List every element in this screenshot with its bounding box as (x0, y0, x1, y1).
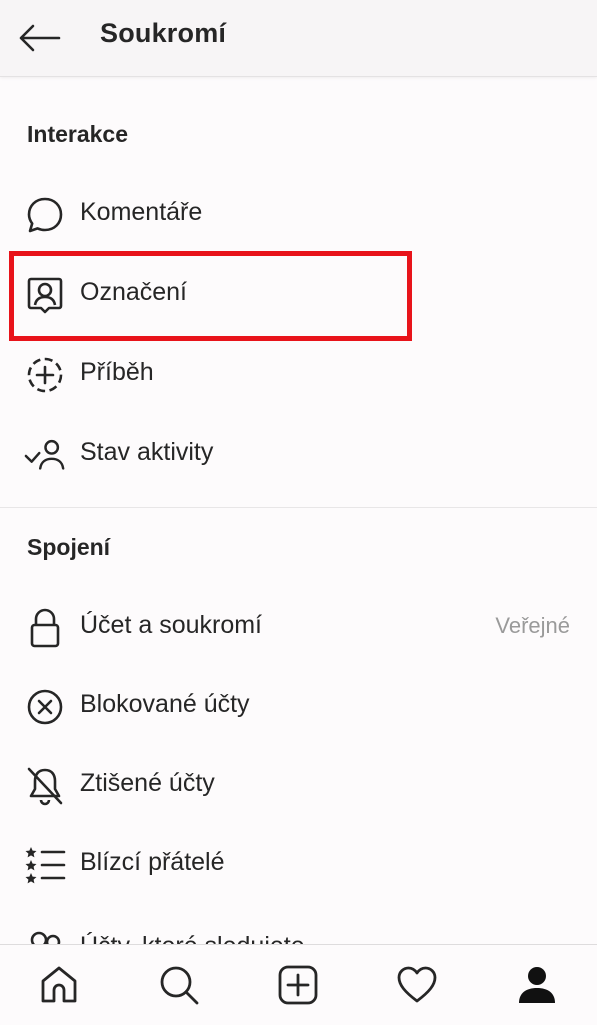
section-title-connections: Spojení (27, 534, 111, 560)
menu-item-label: Účty, které sledujete (80, 932, 305, 944)
comment-icon (24, 194, 66, 236)
nav-new-post-button[interactable] (274, 961, 322, 1009)
following-icon (24, 928, 66, 944)
account-visibility-value: Veřejné (495, 613, 570, 638)
menu-item-label: Blokované účty (80, 690, 250, 718)
menu-item-label: Ztišené účty (80, 769, 215, 797)
block-icon (24, 686, 66, 728)
activity-status-icon (24, 434, 66, 476)
menu-item-close-friends[interactable]: Blízcí přátelé (0, 826, 597, 900)
back-button[interactable] (14, 14, 64, 62)
menu-item-label: Účet a soukromí (80, 611, 263, 639)
lock-icon (24, 607, 66, 649)
menu-item-account-privacy[interactable]: Účet a soukromí Veřejné (0, 589, 597, 663)
menu-item-label: Komentáře (80, 198, 203, 226)
add-post-icon (278, 965, 318, 1005)
page-title: Soukromí (100, 18, 227, 48)
bottom-navigation-bar (0, 944, 597, 1025)
section-title-interactions: Interakce (27, 121, 129, 147)
menu-item-following-accounts[interactable]: Účty, které sledujete (0, 916, 597, 944)
nav-search-button[interactable] (155, 961, 203, 1009)
menu-item-label: Stav aktivity (80, 438, 214, 466)
menu-item-activity-status[interactable]: Stav aktivity (0, 416, 597, 490)
muted-bell-icon (24, 765, 66, 807)
close-friends-list-icon (24, 844, 66, 886)
top-app-bar: Soukromí (0, 0, 597, 77)
menu-item-label: Příběh (80, 358, 154, 386)
profile-icon (519, 967, 555, 1003)
nav-profile-button[interactable] (513, 961, 561, 1009)
menu-item-label: Blízcí přátelé (80, 848, 225, 876)
search-icon (160, 966, 199, 1005)
menu-item-story[interactable]: Příběh (0, 336, 597, 410)
story-add-icon (24, 354, 66, 396)
section-divider (0, 507, 597, 508)
menu-item-label: Označení (80, 278, 188, 306)
back-arrow-icon (19, 24, 61, 52)
menu-item-comments[interactable]: Komentáře (0, 176, 597, 250)
home-icon (41, 966, 77, 1003)
menu-item-tags[interactable]: Označení (0, 256, 597, 330)
nav-activity-button[interactable] (393, 961, 441, 1009)
heart-icon (397, 966, 437, 1003)
tag-person-icon (24, 274, 66, 316)
menu-item-blocked-accounts[interactable]: Blokované účty (0, 668, 597, 742)
nav-home-button[interactable] (35, 961, 83, 1009)
menu-item-muted-accounts[interactable]: Ztišené účty (0, 747, 597, 821)
